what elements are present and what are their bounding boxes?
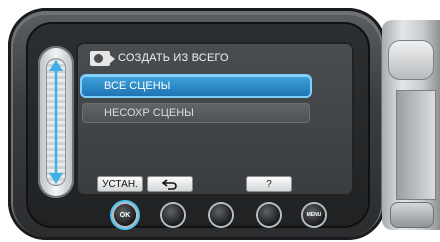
set-button[interactable]: УСТАН. — [97, 176, 143, 192]
hinge-body — [396, 90, 436, 200]
menu-title-row: СОЗДАТЬ ИЗ ВСЕГО — [90, 49, 229, 67]
help-button[interactable]: ? — [246, 176, 292, 192]
help-button-label: ? — [266, 178, 272, 190]
lcd-hinge — [382, 20, 440, 230]
menu-item-unsaved-scenes[interactable]: НЕСОХР СЦЕНЫ — [82, 103, 310, 123]
menu-item-all-scenes[interactable]: ВСЕ СЦЕНЫ — [82, 76, 310, 96]
ok-button-label: OK — [119, 211, 131, 219]
hinge-cap-top — [388, 40, 434, 80]
softkey-button-3[interactable] — [210, 204, 232, 226]
ok-button[interactable]: OK — [114, 204, 136, 226]
up-down-arrow-icon — [49, 60, 63, 184]
lcd-screen: СОЗДАТЬ ИЗ ВСЕГО ВСЕ СЦЕНЫ НЕСОХР СЦЕНЫ … — [76, 42, 354, 196]
menu-button[interactable]: MENU — [303, 204, 325, 226]
menu-item-label: НЕСОХР СЦЕНЫ — [104, 107, 194, 119]
hinge-cap-bottom — [390, 202, 434, 228]
return-arrow-icon — [162, 179, 177, 190]
movie-camera-icon — [90, 50, 115, 66]
menu-item-label: ВСЕ СЦЕНЫ — [104, 80, 171, 92]
menu-title: СОЗДАТЬ ИЗ ВСЕГО — [118, 52, 229, 64]
menu-button-label: MENU — [306, 212, 322, 218]
back-button[interactable] — [147, 176, 193, 192]
touch-slider[interactable] — [38, 46, 74, 198]
set-button-label: УСТАН. — [102, 178, 138, 190]
softkey-button-2[interactable] — [162, 204, 184, 226]
softkey-button-4[interactable] — [258, 204, 280, 226]
